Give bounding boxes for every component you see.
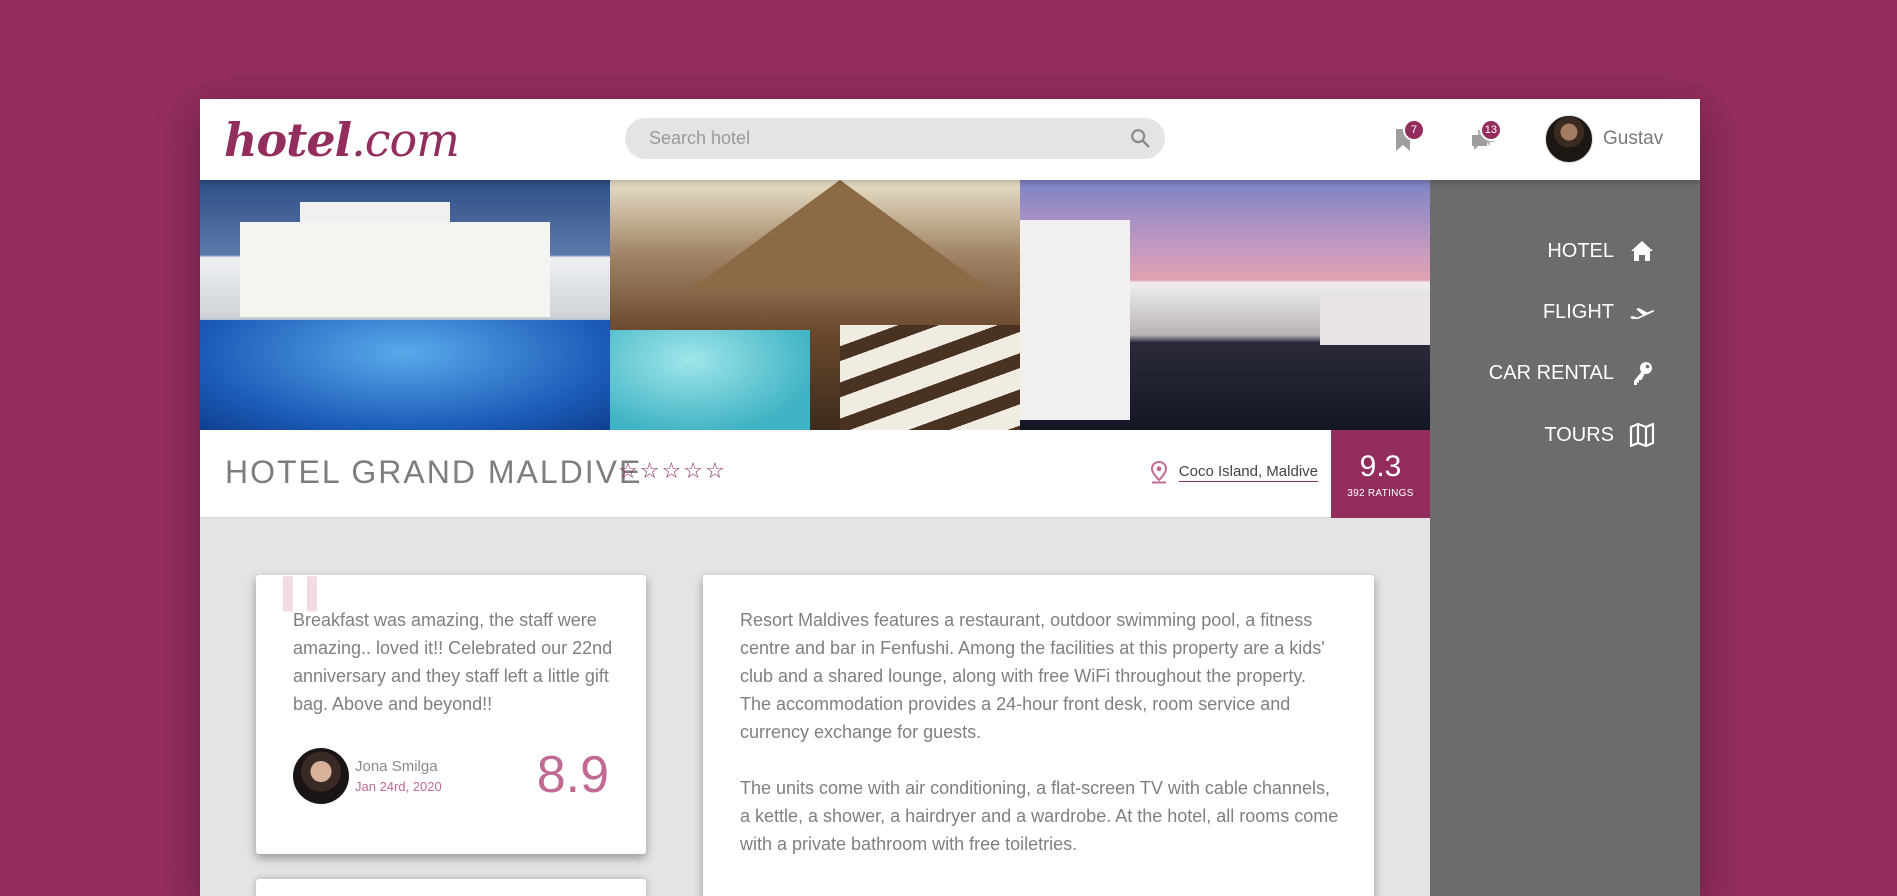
gallery-photo-3[interactable] bbox=[1020, 180, 1430, 430]
search-input[interactable] bbox=[649, 118, 1109, 159]
app-window: hotel.com 7 13 Gustav bbox=[200, 99, 1700, 896]
review-score: 8.9 bbox=[536, 746, 609, 804]
avatar bbox=[293, 748, 349, 804]
review-text: Breakfast was amazing, the staff were am… bbox=[293, 610, 613, 714]
logo-main: hotel bbox=[224, 113, 352, 167]
review-card: " Breakfast was amazing, the staff were … bbox=[256, 561, 646, 854]
user-menu[interactable]: Gustav bbox=[1545, 115, 1663, 163]
hotel-title-bar: HOTEL GRAND MALDIVE ☆ ☆ ☆ ☆ ☆ Coco Islan… bbox=[200, 430, 1430, 518]
nav-item-flight[interactable]: FLIGHT bbox=[1543, 292, 1656, 332]
messages-badge: 13 bbox=[1479, 119, 1502, 141]
top-bar: hotel.com 7 13 Gustav bbox=[200, 99, 1700, 180]
side-navigation: HOTEL FLIGHT CAR RENTAL TOURS bbox=[1430, 180, 1700, 896]
bookmarks-badge: 7 bbox=[1403, 119, 1425, 141]
location-link[interactable]: Coco Island, Maldive bbox=[1178, 463, 1318, 482]
rating-score: 9.3 bbox=[1359, 450, 1402, 483]
star-icon: ☆ bbox=[661, 459, 682, 484]
reviewer-info: Jona Smilga Jan 24rd, 2020 bbox=[355, 758, 442, 794]
star-icon: ☆ bbox=[704, 459, 725, 484]
gallery-photo-2[interactable] bbox=[610, 180, 1020, 430]
map-icon bbox=[1629, 422, 1655, 448]
key-icon bbox=[1634, 362, 1652, 385]
nav-item-label: FLIGHT bbox=[1542, 300, 1614, 323]
plane-icon bbox=[1630, 308, 1655, 319]
logo[interactable]: hotel.com bbox=[224, 113, 460, 167]
nav-item-car-rental[interactable]: CAR RENTAL bbox=[1489, 353, 1656, 393]
next-review-card bbox=[256, 879, 646, 896]
description-card: Resort Maldives features a restaurant, o… bbox=[703, 575, 1374, 896]
star-rating: ☆ ☆ ☆ ☆ ☆ bbox=[618, 461, 725, 483]
gallery-photo-1[interactable] bbox=[200, 180, 610, 430]
star-icon: ☆ bbox=[683, 459, 703, 484]
star-icon: ☆ bbox=[639, 459, 660, 484]
messages-button[interactable]: 13 bbox=[1462, 119, 1502, 159]
nav-item-label: CAR RENTAL bbox=[1488, 361, 1614, 384]
search-icon[interactable] bbox=[1129, 127, 1151, 149]
nav-item-tours[interactable]: TOURS bbox=[1544, 415, 1656, 455]
star-icon: ☆ bbox=[618, 459, 638, 484]
review-date: Jan 24rd, 2020 bbox=[355, 779, 442, 794]
description-paragraph: The units come with air conditioning, a … bbox=[740, 778, 1339, 854]
bookmarks-button[interactable]: 7 bbox=[1385, 119, 1425, 159]
user-name: Gustav bbox=[1603, 128, 1664, 149]
nav-item-label: HOTEL bbox=[1547, 239, 1614, 262]
photo-gallery bbox=[200, 180, 1430, 430]
logo-suffix: .com bbox=[351, 113, 460, 167]
description-paragraph: Resort Maldives features a restaurant, o… bbox=[740, 610, 1325, 742]
avatar bbox=[1545, 115, 1593, 163]
rating-count: 392 RATINGS bbox=[1347, 488, 1414, 499]
search-bar bbox=[625, 118, 1165, 159]
rating-badge: 9.3 392 RATINGS bbox=[1331, 430, 1430, 518]
reviewer: Jona Smilga Jan 24rd, 2020 bbox=[293, 748, 442, 804]
home-icon bbox=[1631, 241, 1653, 261]
reviewer-name: Jona Smilga bbox=[355, 758, 438, 775]
hotel-location: Coco Island, Maldive bbox=[1149, 460, 1318, 484]
hotel-name: HOTEL GRAND MALDIVE bbox=[225, 454, 643, 490]
nav-item-label: TOURS bbox=[1544, 423, 1614, 446]
nav-item-hotel[interactable]: HOTEL bbox=[1547, 231, 1656, 271]
map-pin-icon bbox=[1150, 460, 1167, 484]
